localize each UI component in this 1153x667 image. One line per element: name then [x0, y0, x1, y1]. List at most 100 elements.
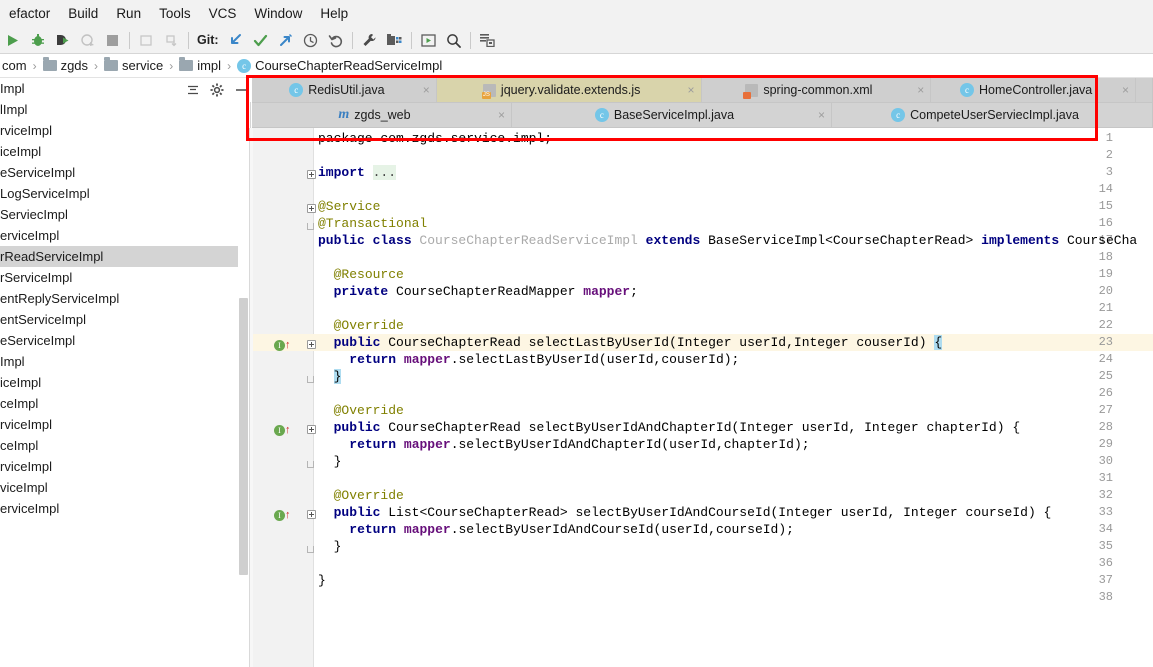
- breadcrumb-item-impl[interactable]: impl: [177, 57, 223, 73]
- project-structure-icon[interactable]: [382, 28, 407, 52]
- code-line[interactable]: return mapper.selectLastByUserId(userId,…: [349, 351, 739, 368]
- fold-control[interactable]: [307, 338, 321, 355]
- project-tree-scrollbar[interactable]: [238, 78, 249, 667]
- code-line[interactable]: @Override: [334, 402, 404, 419]
- settings-wrench-icon[interactable]: [357, 28, 382, 52]
- run-configuration-icon[interactable]: [416, 28, 441, 52]
- tree-item[interactable]: LogServiceImpl: [0, 183, 238, 204]
- fold-control[interactable]: [307, 542, 321, 559]
- close-icon[interactable]: ×: [818, 109, 825, 121]
- close-icon[interactable]: ×: [1122, 84, 1129, 96]
- menu-item-help[interactable]: Help: [311, 4, 357, 23]
- scrollbar-thumb[interactable]: [239, 298, 248, 575]
- collapse-fold-icon[interactable]: [307, 204, 316, 213]
- tree-item[interactable]: rServiceImpl: [0, 267, 238, 288]
- project-tree[interactable]: Impl lImpl rviceImpl iceImpl eServiceImpl Log…: [0, 78, 238, 667]
- code-line[interactable]: @Override: [334, 317, 404, 334]
- git-commit-icon[interactable]: [248, 28, 273, 52]
- git-push-icon[interactable]: [273, 28, 298, 52]
- breadcrumb-item-class[interactable]: c CourseChapterReadServiceImpl: [235, 58, 444, 73]
- hide-panel-button[interactable]: [230, 80, 252, 100]
- fold-control[interactable]: [307, 372, 321, 389]
- debug-button[interactable]: [25, 28, 50, 52]
- code-line[interactable]: }: [334, 453, 342, 470]
- tree-item[interactable]: viceImpl: [0, 477, 238, 498]
- menu-item-window[interactable]: Window: [245, 4, 311, 23]
- editor-gutter[interactable]: [252, 128, 314, 667]
- implements-method-gutter-icon[interactable]: I ↑: [274, 422, 296, 439]
- code-line[interactable]: }: [333, 368, 342, 385]
- editor-tab[interactable]: c BaseServiceImpl.java ×: [512, 103, 832, 128]
- run-with-coverage-button[interactable]: [50, 28, 75, 52]
- code-line[interactable]: public CourseChapterRead selectLastByUse…: [334, 334, 943, 351]
- code-line[interactable]: @Override: [334, 487, 404, 504]
- code-line[interactable]: @Resource: [334, 266, 404, 283]
- tree-item[interactable]: entReplyServiceImpl: [0, 288, 238, 309]
- menu-item-refactor[interactable]: efactor: [0, 4, 59, 23]
- tree-item[interactable]: rviceImpl: [0, 414, 238, 435]
- run-button[interactable]: [0, 28, 25, 52]
- code-line[interactable]: }: [334, 538, 342, 555]
- code-line[interactable]: import ...: [318, 164, 397, 181]
- editor-tab[interactable]: m zgds_web ×: [252, 103, 512, 128]
- tree-item[interactable]: ceImpl: [0, 435, 238, 456]
- tree-item[interactable]: iceImpl: [0, 141, 238, 162]
- tree-item[interactable]: erviceImpl: [0, 225, 238, 246]
- git-pull-icon[interactable]: [223, 28, 248, 52]
- editor-tab[interactable]: c HomeController.java ×: [931, 78, 1136, 103]
- database-icon[interactable]: [475, 28, 500, 52]
- code-line[interactable]: public class CourseChapterReadServiceImp…: [318, 232, 1137, 249]
- close-icon[interactable]: ×: [687, 84, 694, 96]
- code-line[interactable]: public List<CourseChapterRead> selectByU…: [334, 504, 1052, 521]
- code-line[interactable]: return mapper.selectByUserIdAndCourseId(…: [349, 521, 794, 538]
- fold-control[interactable]: [307, 457, 321, 474]
- fold-end-icon[interactable]: [307, 223, 314, 230]
- code-line[interactable]: }: [318, 572, 326, 589]
- close-icon[interactable]: ×: [423, 84, 430, 96]
- tree-item[interactable]: ceImpl: [0, 393, 238, 414]
- collapse-fold-icon[interactable]: [307, 425, 316, 434]
- menu-item-build[interactable]: Build: [59, 4, 107, 23]
- code-line[interactable]: @Transactional: [318, 215, 427, 232]
- fold-end-icon[interactable]: [307, 376, 314, 383]
- menu-item-run[interactable]: Run: [107, 4, 150, 23]
- code-line[interactable]: @Service: [318, 198, 380, 215]
- tree-item[interactable]: eServiceImpl: [0, 162, 238, 183]
- close-icon[interactable]: ×: [917, 84, 924, 96]
- search-everywhere-icon[interactable]: [441, 28, 466, 52]
- tree-item[interactable]: rReadServiceImpl: [0, 246, 238, 267]
- collapse-all-button[interactable]: [182, 80, 204, 100]
- tree-item[interactable]: rviceImpl: [0, 456, 238, 477]
- collapse-fold-icon[interactable]: [307, 340, 316, 349]
- git-history-icon[interactable]: [298, 28, 323, 52]
- fold-control[interactable]: [307, 508, 321, 525]
- collapse-fold-icon[interactable]: [307, 510, 316, 519]
- tree-item[interactable]: Impl: [0, 351, 238, 372]
- expand-fold-icon[interactable]: [307, 170, 316, 179]
- implements-method-gutter-icon[interactable]: I ↑: [274, 507, 296, 524]
- breadcrumb-item-service[interactable]: service: [102, 57, 165, 73]
- tree-item[interactable]: lImpl: [0, 99, 238, 120]
- close-icon[interactable]: ×: [498, 109, 505, 121]
- tree-item[interactable]: rviceImpl: [0, 120, 238, 141]
- code-editor[interactable]: 1 package com.zgds.service.impl; 2 3 import …: [252, 128, 1153, 667]
- code-line[interactable]: return mapper.selectByUserIdAndChapterId…: [349, 436, 809, 453]
- implements-method-gutter-icon[interactable]: I ↑: [274, 337, 296, 354]
- code-line[interactable]: package com.zgds.service.impl;: [318, 130, 552, 147]
- tree-item[interactable]: erviceImpl: [0, 498, 238, 519]
- tree-item[interactable]: ServiecImpl: [0, 204, 238, 225]
- fold-control[interactable]: [307, 423, 321, 440]
- menu-item-vcs[interactable]: VCS: [200, 4, 246, 23]
- breadcrumb-item-com[interactable]: com: [0, 58, 29, 73]
- editor-marker-bar[interactable]: [249, 128, 253, 667]
- git-revert-icon[interactable]: [323, 28, 348, 52]
- fold-end-icon[interactable]: [307, 461, 314, 468]
- breadcrumb-item-zgds[interactable]: zgds: [41, 57, 90, 73]
- code-line[interactable]: public CourseChapterRead selectByUserIdA…: [334, 419, 1021, 436]
- tree-item[interactable]: entServiceImpl: [0, 309, 238, 330]
- fold-end-icon[interactable]: [307, 546, 314, 553]
- editor-tab[interactable]: jquery.validate.extends.js ×: [436, 78, 702, 103]
- code-line[interactable]: private CourseChapterReadMapper mapper;: [334, 283, 638, 300]
- tree-item[interactable]: iceImpl: [0, 372, 238, 393]
- editor-tab[interactable]: c CompeteUserServiecImpl.java: [832, 103, 1153, 128]
